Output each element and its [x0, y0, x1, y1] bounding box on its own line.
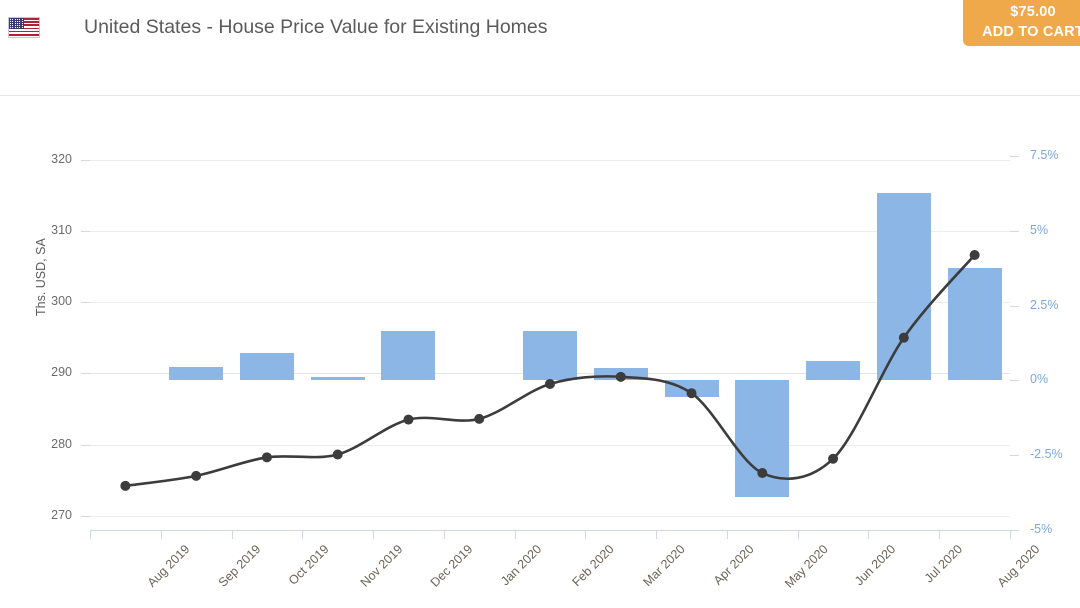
left-tick-mark [81, 515, 90, 517]
x-axis-tick-label: Feb 2020 [569, 542, 617, 590]
left-axis-tick-label: 310 [51, 222, 72, 237]
left-axis-tick-label: 290 [51, 365, 72, 380]
line-marker[interactable]: Sep 2019: 275.6 [191, 470, 202, 481]
line-marker[interactable]: Jul 2020: 295 [898, 332, 909, 343]
x-tick-mark [302, 530, 304, 539]
cart-price: $75.00 [1010, 4, 1056, 20]
line-marker[interactable]: Jun 2020: 278 [828, 453, 839, 464]
line-marker[interactable]: Dec 2019: 283.5 [403, 414, 414, 425]
left-axis-tick-label: 280 [51, 436, 72, 451]
x-axis-tick-label: Nov 2019 [357, 542, 406, 590]
line-marker[interactable]: Apr 2020: 287.2 [686, 388, 697, 399]
x-axis-tick-label: Sep 2019 [215, 542, 264, 590]
right-tick-mark [1010, 530, 1019, 531]
us-flag-icon [8, 17, 40, 38]
x-axis-tick-label: Mar 2020 [640, 542, 688, 590]
line-series: Aug 2019: 274.2 Sep 2019: 275.6 Oct 2019: … [120, 250, 980, 491]
x-tick-mark [726, 530, 728, 539]
add-to-cart-button[interactable]: $75.00 ADD TO CART [963, 0, 1080, 46]
line-markers: Aug 2019: 274.2 Sep 2019: 275.6 Oct 2019: … [120, 250, 980, 491]
line-marker[interactable]: Oct 2019: 278.2 [261, 452, 272, 463]
right-tick-mark [1010, 455, 1019, 457]
left-axis-tick-label: 320 [51, 151, 72, 166]
line-marker[interactable]: Nov 2019: 278.6 [332, 449, 343, 460]
right-axis-tick-label: 0% [1030, 372, 1049, 387]
x-axis-tick-label: Aug 2020 [994, 542, 1043, 590]
right-tick-mark [1010, 380, 1019, 382]
x-axis-tick-label: Jul 2020 [921, 542, 966, 586]
line-marker[interactable]: May 2020: 276 [757, 468, 768, 479]
line-marker[interactable]: Aug 2019: 274.2 [120, 480, 131, 491]
right-axis-tick-label: 5% [1030, 222, 1049, 237]
right-axis-tick-label: -5% [1030, 522, 1053, 536]
line-path [124, 253, 976, 488]
x-axis-tick-label: Dec 2019 [428, 542, 476, 590]
chart-header: United States - House Price Value for Ex… [0, 0, 1080, 96]
page-title: United States - House Price Value for Ex… [84, 16, 548, 38]
x-axis-tick-label: Oct 2019 [285, 542, 332, 588]
y-axis-title: Ths. USD, SA [34, 238, 48, 316]
right-tick-mark [1010, 230, 1019, 232]
right-tick-mark [1010, 156, 1019, 157]
left-tick-mark [81, 230, 90, 232]
x-tick-mark [160, 530, 162, 539]
left-axis-tick-label: 300 [51, 294, 72, 309]
right-tick-mark [1010, 305, 1019, 307]
x-tick-mark [797, 530, 799, 539]
x-tick-mark [90, 530, 91, 539]
cart-label: ADD TO CART [982, 24, 1080, 40]
x-axis-tick-label: Apr 2020 [710, 542, 757, 588]
x-tick-mark [373, 530, 375, 539]
x-tick-mark [514, 530, 516, 539]
left-tick-mark [81, 159, 90, 161]
line-marker[interactable]: Aug 2020: 306.6 [969, 250, 980, 261]
right-axis-tick-label: -2.5% [1030, 447, 1063, 462]
right-axis-tick-label: 2.5% [1030, 297, 1059, 312]
left-tick-mark [81, 373, 90, 375]
x-tick-mark [585, 530, 587, 539]
x-axis-tick-label: Aug 2019 [145, 542, 193, 590]
x-axis-tick-label: Jan 2020 [498, 542, 545, 589]
x-tick-mark [939, 530, 941, 539]
line-marker[interactable]: Feb 2020: 288.5 [545, 378, 555, 389]
left-tick-mark [81, 302, 90, 304]
x-tick-mark [1010, 530, 1011, 539]
x-axis-tick-label: May 2020 [782, 542, 832, 591]
line-marker[interactable]: Mar 2020: 289.5 [615, 371, 626, 382]
x-axis-tick-label: Jun 2020 [852, 542, 899, 589]
line-marker[interactable]: Jan 2020: 283.6 [474, 413, 485, 424]
left-tick-mark [81, 444, 90, 446]
x-tick-mark [868, 530, 870, 539]
right-axis-tick-label: 7.5% [1030, 148, 1059, 162]
x-axis-line [90, 530, 1010, 531]
x-tick-mark [656, 530, 658, 539]
x-tick-mark [231, 530, 233, 539]
x-tick-mark [443, 530, 445, 539]
chart-plot-area: Ths. USD, SA 270 280 290 300 310 320 -5% -2.5%… [34, 148, 1063, 591]
left-axis-tick-label: 270 [51, 507, 72, 522]
